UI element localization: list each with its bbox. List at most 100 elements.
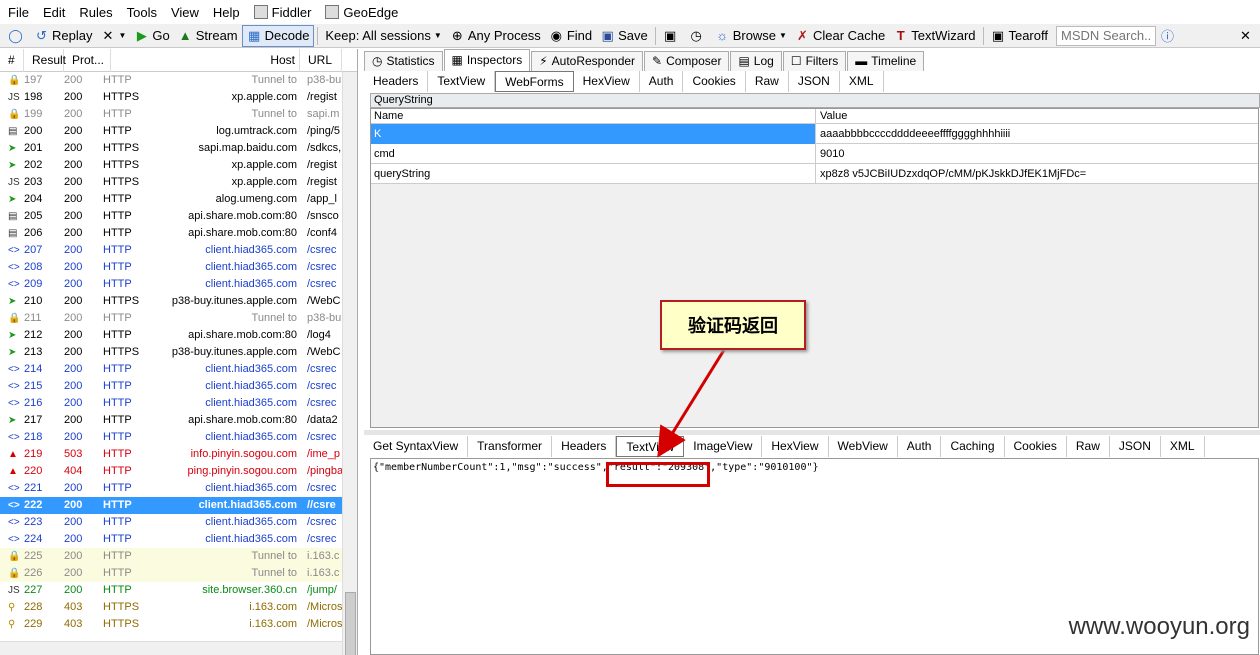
grid-cell-value[interactable]: aaaabbbbccccddddeeeeffffgggghhhhiiii: [817, 124, 1258, 144]
session-row[interactable]: ➤ 202 200 HTTPS xp.apple.com/regist: [0, 157, 357, 174]
session-row[interactable]: JS 203 200 HTTPS xp.apple.com/regist: [0, 174, 357, 191]
session-row[interactable]: ➤ 217 200 HTTP api.share.mob.com:80/data2: [0, 412, 357, 429]
grid-row[interactable]: cmd 9010: [371, 144, 1258, 164]
response-tab-json[interactable]: JSON: [1110, 436, 1161, 457]
session-row[interactable]: ▤ 206 200 HTTP api.share.mob.com:80/conf4: [0, 225, 357, 242]
response-tab-hexview[interactable]: HexView: [762, 436, 829, 457]
session-row[interactable]: ▤ 200 200 HTTP log.umtrack.com/ping/5: [0, 123, 357, 140]
help-button[interactable]: ⓘ: [1156, 25, 1182, 47]
session-row[interactable]: 🔒 225 200 HTTP Tunnel to i.163.c: [0, 548, 357, 565]
panel-splitter[interactable]: [364, 430, 1260, 435]
response-tab-transformer[interactable]: Transformer: [468, 436, 553, 457]
session-row[interactable]: ➤ 204 200 HTTP alog.umeng.com/app_l: [0, 191, 357, 208]
session-row[interactable]: 🔒 226 200 HTTP Tunnel to i.163.c: [0, 565, 357, 582]
col-host[interactable]: Host: [111, 49, 300, 72]
any-process-button[interactable]: ⊕ Any Process: [446, 25, 545, 47]
save-button[interactable]: ▣ Save: [596, 25, 652, 47]
tab-statistics[interactable]: ◷ Statistics: [364, 51, 443, 71]
request-tab-json[interactable]: JSON: [789, 71, 840, 92]
text-wizard-button[interactable]: T TextWizard: [889, 25, 979, 47]
tab-filters[interactable]: ☐ Filters: [782, 51, 847, 71]
grid-row[interactable]: queryString xp8z8 v5JCBiIUDzxdqOP/cMM/pK…: [371, 164, 1258, 184]
close-toolbar-button[interactable]: ✕: [1234, 25, 1260, 47]
find-button[interactable]: ◉ Find: [545, 25, 596, 47]
col-url[interactable]: URL: [300, 49, 342, 72]
session-row[interactable]: ➤ 201 200 HTTPS sapi.map.baidu.com/sdkcs,: [0, 140, 357, 157]
col-result[interactable]: Result: [24, 49, 66, 72]
remove-button[interactable]: ✕ ▼: [96, 25, 130, 47]
session-row[interactable]: ➤ 213 200 HTTPS p38-buy.itunes.apple.com/Web…: [0, 344, 357, 361]
session-row[interactable]: <> 214 200 HTTP client.hiad365.com/csrec: [0, 361, 357, 378]
msdn-search-input[interactable]: [1055, 25, 1156, 46]
session-row[interactable]: 🔒 211 200 HTTP Tunnel to p38-bu: [0, 310, 357, 327]
session-row[interactable]: <> 209 200 HTTP client.hiad365.com/csrec: [0, 276, 357, 293]
response-tab-raw[interactable]: Raw: [1067, 436, 1110, 457]
horizontal-scrollbar[interactable]: [0, 641, 342, 655]
session-row[interactable]: ▲ 219 503 HTTP info.pinyin.sogou.com/ime_p: [0, 446, 357, 463]
tab-composer[interactable]: ✎ Composer: [644, 51, 730, 71]
session-row[interactable]: ⚲ 229 403 HTTPS i.163.com/Micros: [0, 616, 357, 633]
request-tab-headers[interactable]: Headers: [364, 71, 429, 92]
menu-fiddler[interactable]: Fiddler: [253, 5, 311, 20]
request-tab-xml[interactable]: XML: [840, 71, 884, 92]
tab-log[interactable]: ▤ Log: [730, 51, 782, 71]
vertical-scrollbar[interactable]: [342, 72, 357, 655]
session-row[interactable]: <> 223 200 HTTP client.hiad365.com/csrec: [0, 514, 357, 531]
grid-cell-value[interactable]: 9010: [817, 144, 1258, 164]
tearoff-button[interactable]: ▣ Tearoff: [986, 25, 1052, 47]
menu-view[interactable]: View: [171, 5, 199, 20]
session-row[interactable]: ➤ 210 200 HTTPS p38-buy.itunes.apple.com/Web…: [0, 293, 357, 310]
scrollbar-thumb[interactable]: [345, 592, 356, 655]
response-tab-get-syntaxview[interactable]: Get SyntaxView: [364, 436, 469, 457]
request-tab-textview[interactable]: TextView: [428, 71, 496, 92]
session-row[interactable]: JS 227 200 HTTP site.browser.360.cn/jump/: [0, 582, 357, 599]
session-row[interactable]: <> 222 200 HTTP client.hiad365.com //csre: [0, 497, 357, 514]
response-tab-headers[interactable]: Headers: [552, 436, 617, 457]
session-row[interactable]: <> 208 200 HTTP client.hiad365.com/csrec: [0, 259, 357, 276]
clear-cache-button[interactable]: ✗ Clear Cache: [791, 25, 889, 47]
decode-button[interactable]: ▦ Decode: [241, 24, 315, 47]
stream-button[interactable]: ▲ Stream: [174, 25, 242, 47]
response-tab-imageview[interactable]: ImageView: [684, 436, 763, 457]
session-row[interactable]: ▤ 205 200 HTTP api.share.mob.com:80/snsco: [0, 208, 357, 225]
menu-file[interactable]: File: [8, 5, 29, 20]
col-protocol[interactable]: Prot...: [64, 49, 111, 72]
grid-cell-name[interactable]: K: [371, 124, 816, 144]
session-row[interactable]: <> 216 200 HTTP client.hiad365.com/csrec: [0, 395, 357, 412]
go-button[interactable]: ▶ Go: [130, 25, 173, 47]
session-row[interactable]: <> 218 200 HTTP client.hiad365.com/csrec: [0, 429, 357, 446]
session-row[interactable]: ➤ 212 200 HTTP api.share.mob.com:80/log4: [0, 327, 357, 344]
request-tab-auth[interactable]: Auth: [640, 71, 684, 92]
response-tab-webview[interactable]: WebView: [829, 436, 898, 457]
response-tab-caching[interactable]: Caching: [941, 436, 1005, 457]
response-tab-auth[interactable]: Auth: [898, 436, 942, 457]
timer-button[interactable]: ◷: [685, 25, 711, 47]
menu-geoedge[interactable]: GeoEdge: [325, 5, 398, 20]
session-row[interactable]: JS 198 200 HTTPS xp.apple.com/regist: [0, 89, 357, 106]
session-row[interactable]: <> 224 200 HTTP client.hiad365.com/csrec: [0, 531, 357, 548]
camera-button[interactable]: ▣: [659, 25, 685, 47]
keep-sessions-dropdown[interactable]: Keep: All sessions ▼: [321, 25, 445, 47]
menu-tools[interactable]: Tools: [127, 5, 157, 20]
request-tab-webforms[interactable]: WebForms: [495, 71, 574, 92]
response-tab-textview[interactable]: TextView: [616, 436, 685, 457]
menu-edit[interactable]: Edit: [43, 5, 65, 20]
request-tab-hexview[interactable]: HexView: [574, 71, 640, 92]
session-row[interactable]: 🔒 197 200 HTTP Tunnel to p38-bu: [0, 72, 357, 89]
session-row[interactable]: ⚲ 228 403 HTTPS i.163.com/Micros: [0, 599, 357, 616]
session-row[interactable]: <> 215 200 HTTP client.hiad365.com/csrec: [0, 378, 357, 395]
grid-cell-name[interactable]: queryString: [371, 164, 816, 184]
request-tab-cookies[interactable]: Cookies: [683, 71, 746, 92]
session-row[interactable]: <> 207 200 HTTP client.hiad365.com/csrec: [0, 242, 357, 259]
col-num[interactable]: #: [0, 49, 24, 72]
comment-button[interactable]: ◯: [4, 25, 30, 47]
menu-help[interactable]: Help: [213, 5, 240, 20]
grid-header-name[interactable]: Name: [371, 109, 816, 124]
response-tab-cookies[interactable]: Cookies: [1005, 436, 1067, 457]
grid-header-value[interactable]: Value: [817, 109, 1258, 124]
tab-inspectors[interactable]: ▦ Inspectors: [443, 49, 531, 71]
request-tab-raw[interactable]: Raw: [746, 71, 789, 92]
replay-button[interactable]: ↺ Replay: [30, 25, 96, 47]
session-row[interactable]: 🔒 199 200 HTTP Tunnel to sapi.m: [0, 106, 357, 123]
tab-autoresponder[interactable]: ⚡ AutoResponder: [531, 51, 644, 71]
